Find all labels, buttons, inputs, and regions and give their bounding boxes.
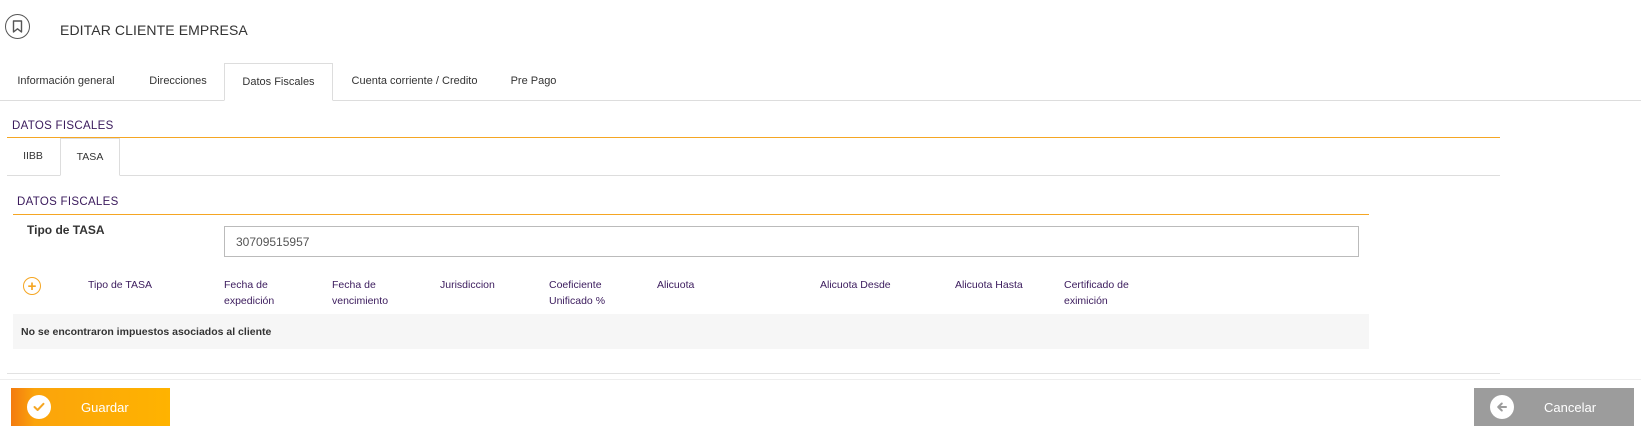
inner-section-divider xyxy=(13,214,1369,215)
col-alicuota-desde: Alicuota Desde xyxy=(820,279,891,291)
empty-table-row: No se encontraron impuestos asociados al… xyxy=(13,314,1369,349)
col-certificado: Certificado de eximición xyxy=(1064,279,1129,307)
col-tipo-tasa: Tipo de TASA xyxy=(88,279,153,291)
add-icon[interactable]: + xyxy=(23,277,41,295)
tab-direcciones[interactable]: Direcciones xyxy=(132,63,224,100)
page-title: EDITAR CLIENTE EMPRESA xyxy=(60,22,248,38)
col-fecha-vencimiento: Fecha de vencimiento xyxy=(332,279,389,307)
col-coeficiente: Coeficiente Unificado % xyxy=(549,279,606,307)
tab-cuenta-corriente[interactable]: Cuenta corriente / Credito xyxy=(333,63,496,100)
cancel-button[interactable]: Cancelar xyxy=(1474,388,1634,426)
arrow-left-icon xyxy=(1490,395,1514,419)
subtab-iibb[interactable]: IIBB xyxy=(7,138,59,175)
cancel-label: Cancelar xyxy=(1544,399,1597,415)
save-label: Guardar xyxy=(81,399,129,415)
subtab-tasa[interactable]: TASA xyxy=(60,138,120,176)
footer-divider xyxy=(7,373,1500,374)
col-jurisdiccion: Jurisdiccion xyxy=(440,279,495,291)
inner-section-title: DATOS FISCALES xyxy=(17,196,119,208)
empty-message: No se encontraron impuestos asociados al… xyxy=(21,326,272,338)
main-tabs: Información general Direcciones Datos Fi… xyxy=(0,63,1641,101)
page-header: EDITAR CLIENTE EMPRESA xyxy=(0,0,1641,60)
tipo-tasa-input[interactable] xyxy=(224,226,1359,257)
footer-divider-outer xyxy=(0,379,1641,380)
col-alicuota: Alicuota xyxy=(657,279,695,291)
tab-pre-pago[interactable]: Pre Pago xyxy=(496,63,571,100)
check-icon xyxy=(27,395,51,419)
tab-informacion-general[interactable]: Información general xyxy=(0,63,132,100)
col-fecha-expedicion: Fecha de expedición xyxy=(224,279,275,307)
col-alicuota-hasta: Alicuota Hasta xyxy=(955,279,1023,291)
tab-datos-fiscales[interactable]: Datos Fiscales xyxy=(224,63,333,101)
tipo-tasa-label: Tipo de TASA xyxy=(27,223,105,237)
save-button[interactable]: Guardar xyxy=(11,388,170,426)
section-title: DATOS FISCALES xyxy=(12,120,114,132)
fiscal-subtabs: IIBB TASA xyxy=(7,138,1500,176)
bookmark-icon[interactable] xyxy=(5,14,30,39)
